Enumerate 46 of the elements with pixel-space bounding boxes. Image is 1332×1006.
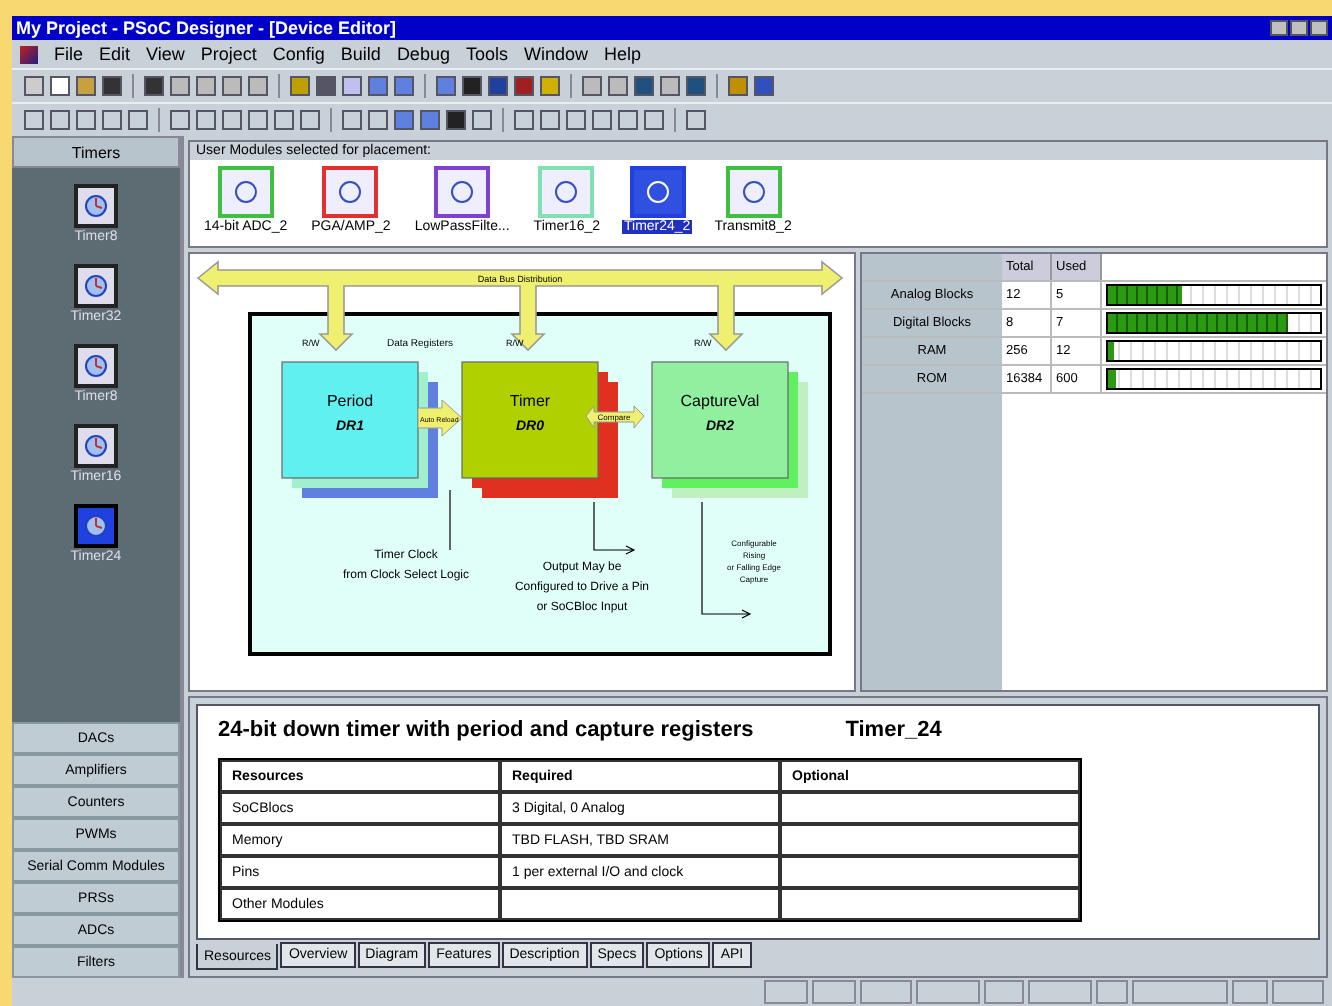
status-panel [1132,980,1228,1004]
block-name: CaptureVal [680,392,760,410]
status-panel [1232,980,1268,1004]
menu-item[interactable]: View [146,44,185,64]
menu-item[interactable]: Tools [465,44,508,64]
maximize-button[interactable] [1290,20,1308,36]
minimize-button[interactable] [1270,20,1288,36]
menu-item[interactable]: Window [523,44,588,64]
clock-line [449,489,451,551]
clock-icon[interactable] [73,424,118,468]
module-description: 24-bit down timer with period and capture registers [218,718,754,742]
block-name: Period [326,392,374,410]
clock-icon[interactable] [73,504,118,548]
module-icon[interactable] [629,166,686,218]
module-icon[interactable] [434,166,491,218]
clock-icon[interactable] [74,184,118,228]
module-name: Timer_24 [845,718,942,742]
menu-item[interactable]: Project [200,44,257,64]
compare-arrow [585,405,645,429]
menu-item[interactable]: Debug [396,44,450,64]
close-button[interactable] [1310,20,1328,36]
output-arrow [593,501,636,555]
status-panel [1028,980,1092,1004]
menu-item[interactable]: Config [272,44,325,64]
module-icon[interactable] [217,166,274,218]
status-panel [1272,980,1324,1004]
menu-item[interactable]: Help [604,44,642,64]
app-icon [20,45,38,63]
clock-icon[interactable] [74,344,118,388]
status-panel [984,980,1024,1004]
clock-icon[interactable] [73,264,118,308]
reload-arrow [417,399,463,437]
menu-item[interactable]: Build [340,44,381,64]
status-panel [764,980,808,1004]
status-panel [860,980,912,1004]
menu-item[interactable]: File [54,44,84,64]
menu-item[interactable]: Edit [99,44,131,64]
module-icon[interactable] [725,166,782,218]
status-panel [1096,980,1128,1004]
window-title: My Project - PSoC Designer - [Device Editor] [16,18,397,38]
module-icon[interactable] [322,166,379,218]
status-panel [916,980,980,1004]
category-heading[interactable]: Timers [12,136,180,168]
block-name: Timer [509,392,551,410]
status-panel [812,980,856,1004]
header-cell [862,254,1002,280]
